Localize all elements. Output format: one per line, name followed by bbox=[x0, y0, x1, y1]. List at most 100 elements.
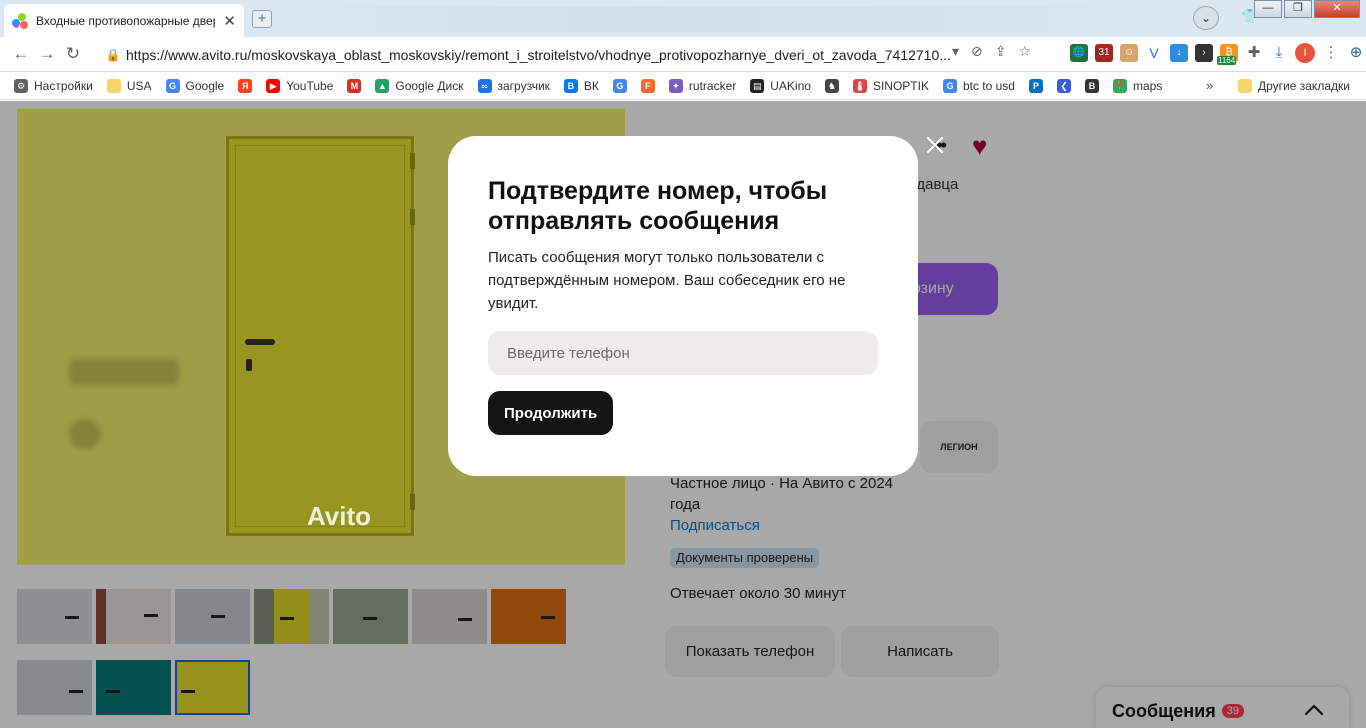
bookmark-item[interactable]: ▤ UAKino bbox=[750, 79, 811, 93]
modal-description: Писать сообщения могут только пользовате… bbox=[488, 249, 846, 312]
bookmark-label: maps bbox=[1132, 79, 1163, 93]
chess-icon: ♞ bbox=[824, 79, 839, 93]
bookmark-item[interactable]: Я bbox=[238, 79, 253, 93]
bookmark-label: Другие закладки bbox=[1258, 79, 1350, 93]
tab-close-icon[interactable]: ✕ bbox=[223, 12, 236, 30]
tab-title: Входные противопожарные двер bbox=[36, 13, 216, 28]
download-extension-icon[interactable]: ↓ bbox=[1170, 44, 1188, 62]
bookmark-item[interactable]: B bbox=[1084, 79, 1099, 93]
gmail-icon: M bbox=[347, 79, 362, 93]
uakino-icon: ▤ bbox=[750, 79, 765, 93]
bookmark-item[interactable]: USA bbox=[106, 79, 152, 93]
menu-dots-icon[interactable]: ⋮ bbox=[1322, 44, 1340, 62]
profile-chevron-icon[interactable]: ⌄ bbox=[1193, 6, 1219, 30]
folder-icon bbox=[106, 79, 121, 93]
bookmarks-bar: ⚙ Настройки USA G Google Я ▶ YouTube M ▲ Google Ди… bbox=[0, 73, 1366, 100]
dropdown-caret-icon[interactable]: ▾ bbox=[952, 43, 959, 60]
close-window-button[interactable]: ✕ bbox=[1314, 0, 1360, 18]
new-tab-button[interactable]: + bbox=[252, 10, 272, 28]
bookmark-star-icon[interactable]: ☆ bbox=[1019, 43, 1032, 60]
bookmark-label: UAKino bbox=[770, 79, 811, 93]
window-controls: — ❐ ✕ bbox=[1254, 0, 1360, 18]
v-extension-icon[interactable]: V bbox=[1145, 44, 1163, 62]
google-icon: G bbox=[165, 79, 180, 93]
vpn-extension-icon[interactable]: 🌐 bbox=[1070, 44, 1088, 62]
profile-avatar[interactable]: I bbox=[1295, 43, 1315, 63]
folder-icon bbox=[1238, 79, 1252, 93]
bookmark-label: Настройки bbox=[34, 79, 93, 93]
youtube-icon: ▶ bbox=[266, 79, 281, 93]
other-bookmarks-folder[interactable]: Другие закладки bbox=[1238, 73, 1350, 99]
avito-watermark: Avito bbox=[307, 501, 372, 531]
loader-icon: ∞ bbox=[477, 79, 492, 93]
close-icon[interactable] bbox=[924, 134, 946, 156]
confirm-phone-modal: Подтвердите номер, чтобы отправлять сооб… bbox=[448, 136, 944, 476]
bookmark-label: загрузчик bbox=[497, 79, 550, 93]
rutracker-icon: ✦ bbox=[668, 79, 683, 93]
bookmark-item[interactable]: ♞ bbox=[824, 79, 839, 93]
bookmark-item[interactable]: F bbox=[640, 79, 655, 93]
minimize-window-button[interactable]: — bbox=[1254, 0, 1282, 18]
share-icon[interactable]: ⇪ bbox=[995, 43, 1007, 60]
google-icon: G bbox=[942, 79, 957, 93]
calendar-extension-icon[interactable]: 31 bbox=[1095, 44, 1113, 62]
blocked-popup-icon[interactable]: ⊘ bbox=[971, 43, 983, 60]
maximize-window-button[interactable]: ❐ bbox=[1284, 0, 1312, 18]
bookmark-label: Google bbox=[185, 79, 225, 93]
bookmark-item[interactable]: Gbtc to usd bbox=[942, 79, 1015, 93]
gear-icon: ⚙ bbox=[14, 79, 28, 93]
bookmark-item[interactable]: B ВК bbox=[563, 79, 599, 93]
sync-extension-icon[interactable]: ⊕ bbox=[1347, 44, 1365, 62]
yandex-icon: Я bbox=[238, 79, 253, 93]
continue-button[interactable]: Продолжить bbox=[488, 391, 614, 435]
modal-title: Подтвердите номер, чтобы отправлять сооб… bbox=[488, 177, 828, 235]
bookmark-label: ВК bbox=[583, 79, 599, 93]
terminal-extension-icon[interactable]: › bbox=[1195, 44, 1213, 62]
phone-input[interactable] bbox=[488, 331, 878, 375]
bookmark-item[interactable]: 🌡 SINOPTIK bbox=[852, 79, 929, 93]
forward-arrow-icon[interactable]: → bbox=[34, 44, 60, 64]
bookmarks-overflow-icon[interactable]: » bbox=[1206, 78, 1213, 93]
bitcoin-price-badge: 1164 bbox=[1217, 56, 1237, 65]
bookmark-item[interactable]: P bbox=[1028, 79, 1043, 93]
lock-icon[interactable]: 🔒 bbox=[100, 48, 126, 62]
browser-tab[interactable]: Входные противопожарные двер ✕ bbox=[4, 4, 244, 37]
bookmark-label: btc to usd bbox=[962, 79, 1015, 93]
door-keyhole bbox=[246, 359, 252, 371]
bookmark-item[interactable]: ▶ YouTube bbox=[266, 79, 333, 93]
vk-icon: B bbox=[563, 79, 578, 93]
p-icon: P bbox=[1028, 79, 1043, 93]
maps-icon: 📍 bbox=[1112, 79, 1127, 93]
sinoptik-icon: 🌡 bbox=[852, 79, 867, 93]
bookmark-item[interactable]: 📍 maps bbox=[1112, 79, 1163, 93]
bookmark-item[interactable]: M bbox=[347, 79, 362, 93]
downloads-icon[interactable]: ⤓ bbox=[1270, 44, 1288, 62]
omnibox[interactable]: 🔒 https://www.avito.ru/moskovskaya_oblas… bbox=[100, 41, 970, 68]
bookmark-label: rutracker bbox=[688, 79, 737, 93]
tab-strip: Входные противопожарные двер ✕ + ⌄ 👕 — ❐… bbox=[0, 0, 1366, 37]
avito-favicon-icon bbox=[12, 12, 28, 29]
bookmark-item[interactable]: ▲ Google Диск bbox=[375, 79, 464, 93]
reload-icon[interactable]: ↻ bbox=[60, 44, 86, 64]
bookmark-label: USA bbox=[126, 79, 152, 93]
bookmark-label: YouTube bbox=[286, 79, 334, 93]
bookmark-item[interactable]: ⚙ Настройки bbox=[14, 79, 93, 93]
drive-icon: ▲ bbox=[375, 79, 390, 93]
bookmark-item[interactable]: G bbox=[612, 79, 627, 93]
bookmark-item[interactable]: ✦ rutracker bbox=[668, 79, 737, 93]
url-text[interactable]: https://www.avito.ru/moskovskaya_oblast_… bbox=[126, 47, 970, 63]
bookmark-item[interactable]: G Google bbox=[165, 79, 225, 93]
bookmark-item[interactable]: ❮ bbox=[1056, 79, 1071, 93]
omnibox-actions: ▾ ⊘ ⇪ ☆ bbox=[952, 43, 1031, 60]
back-arrow-icon[interactable]: ← bbox=[8, 44, 34, 64]
bc-icon: B bbox=[1084, 79, 1099, 93]
bookmark-label: SINOPTIK bbox=[872, 79, 929, 93]
bitcoin-extension-icon[interactable]: ₿ 1164 bbox=[1217, 44, 1238, 65]
f-icon: F bbox=[640, 79, 655, 93]
bookmark-item[interactable]: ∞ загрузчик bbox=[477, 79, 550, 93]
arrow-icon: ❮ bbox=[1056, 79, 1071, 93]
bookmark-label: Google Диск bbox=[395, 79, 464, 93]
translate-icon: G bbox=[612, 79, 627, 93]
puzzle-extensions-icon[interactable]: ✚ bbox=[1245, 44, 1263, 62]
face-extension-icon[interactable]: ☺ bbox=[1120, 44, 1138, 62]
